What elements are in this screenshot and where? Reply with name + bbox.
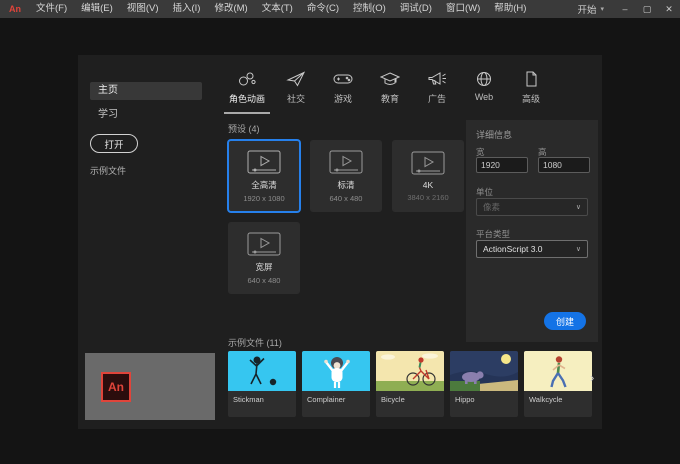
menu-commands[interactable]: 命令(C) — [300, 0, 346, 18]
tab-advanced[interactable]: 高级 — [510, 67, 552, 114]
preset-label: 4K — [422, 179, 434, 190]
unit-select[interactable]: 像素 ∨ — [476, 198, 588, 216]
titlebar: An 文件(F) 编辑(E) 视图(V) 插入(I) 修改(M) 文本(T) 命… — [0, 0, 680, 18]
tab-label: 角色动画 — [229, 94, 266, 104]
preset-dimensions: 640 x 480 — [329, 193, 363, 203]
tab-social[interactable]: 社交 — [275, 67, 317, 114]
sample-card-complainer[interactable]: Complainer — [302, 351, 370, 417]
megaphone-icon — [427, 71, 447, 87]
preset-full-hd[interactable]: 全高清 1920 x 1080 — [228, 140, 300, 212]
platform-label: 平台类型 — [476, 229, 511, 239]
height-input[interactable] — [538, 157, 590, 173]
paper-plane-icon — [286, 71, 306, 87]
maximize-button[interactable]: ▢ — [636, 0, 658, 18]
document-icon — [521, 71, 541, 87]
sample-name: Stickman — [233, 395, 264, 404]
chevron-down-icon: ∨ — [575, 246, 581, 253]
sidebar-item-learn[interactable]: 学习 — [90, 106, 202, 124]
animate-logo-icon: An — [101, 371, 131, 402]
preset-dimensions: 1920 x 1080 — [243, 193, 285, 203]
create-button[interactable]: 创建 — [543, 312, 586, 330]
stickman-thumbnail — [228, 351, 296, 391]
details-panel: 详细信息 宽 高 单位 像素 ∨ 平台类型 ActionScript 3.0 ∨… — [466, 120, 598, 342]
menu-help[interactable]: 帮助(H) — [487, 0, 533, 18]
preset-dimensions: 640 x 480 — [247, 275, 281, 285]
menu-text[interactable]: 文本(T) — [255, 0, 300, 18]
walkcycle-thumbnail — [524, 351, 592, 391]
tab-games[interactable]: 游戏 — [322, 67, 364, 114]
tab-label: 游戏 — [334, 94, 353, 104]
tab-education[interactable]: 教育 — [369, 67, 411, 114]
gamepad-icon — [333, 71, 353, 87]
sample-name: Hippo — [455, 395, 475, 404]
category-tabs: 角色动画 社交 游戏 教育 广告 Web 高级 — [224, 67, 552, 114]
chevron-down-icon: ▾ — [600, 6, 604, 13]
sample-card-hippo[interactable]: Hippo — [450, 351, 518, 417]
preset-label: 标清 — [337, 179, 355, 190]
video-preset-icon — [247, 150, 281, 173]
presets-header: 预设 (4) — [228, 124, 260, 134]
sidebar-sample-files-link[interactable]: 示例文件 — [90, 164, 126, 177]
sample-card-stickman[interactable]: Stickman — [228, 351, 296, 417]
platform-select[interactable]: ActionScript 3.0 ∨ — [476, 240, 588, 258]
samples-scroll-right-chevron-icon[interactable]: › — [590, 371, 594, 384]
menu-modify[interactable]: 修改(M) — [207, 0, 254, 18]
unit-label: 单位 — [476, 187, 494, 197]
preset-dimensions: 3840 x 2160 — [407, 192, 449, 202]
video-preset-icon — [247, 232, 281, 255]
menu-debug[interactable]: 调试(D) — [393, 0, 439, 18]
tab-label: Web — [474, 92, 494, 102]
platform-value: ActionScript 3.0 — [483, 244, 543, 254]
bicycle-thumbnail — [376, 351, 444, 391]
menu-edit[interactable]: 编辑(E) — [74, 0, 120, 18]
preset-4k[interactable]: 4K 3840 x 2160 — [392, 140, 464, 212]
menu-view[interactable]: 视图(V) — [120, 0, 166, 18]
workspace-label: 开始 — [577, 5, 597, 16]
sample-name: Complainer — [307, 395, 346, 404]
chevron-down-icon: ∨ — [575, 204, 581, 211]
globe-icon — [474, 71, 494, 87]
preset-widescreen[interactable]: 宽屏 640 x 480 — [228, 222, 300, 294]
menu-window[interactable]: 窗口(W) — [439, 0, 487, 18]
tab-label: 教育 — [381, 94, 400, 104]
details-header: 详细信息 — [476, 130, 513, 140]
home-panel: 主页 学习 打开 示例文件 角色动画 社交 游戏 教育 广告 Web 高级 预设… — [78, 55, 602, 429]
tab-ads[interactable]: 广告 — [416, 67, 458, 114]
complainer-thumbnail — [302, 351, 370, 391]
video-preset-icon — [329, 150, 363, 173]
animate-logo-icon: An — [9, 4, 21, 14]
menu-file[interactable]: 文件(F) — [29, 0, 74, 18]
menu-control[interactable]: 控制(O) — [346, 0, 393, 18]
tab-label: 广告 — [428, 94, 447, 104]
preset-label: 全高清 — [251, 179, 277, 190]
animate-start-screen: An 文件(F) 编辑(E) 视图(V) 插入(I) 修改(M) 文本(T) 命… — [0, 0, 680, 464]
width-input[interactable] — [476, 157, 528, 173]
sample-name: Bicycle — [381, 395, 405, 404]
sample-card-walkcycle[interactable]: Walkcycle — [524, 351, 592, 417]
sample-name: Walkcycle — [529, 395, 563, 404]
minimize-button[interactable]: – — [614, 0, 636, 18]
sidebar-item-home[interactable]: 主页 — [90, 82, 202, 100]
animate-brand-card: An — [85, 353, 215, 420]
unit-value: 像素 — [483, 202, 501, 212]
preset-sd[interactable]: 标清 640 x 480 — [310, 140, 382, 212]
tab-web[interactable]: Web — [463, 67, 505, 114]
close-button[interactable]: ✕ — [658, 0, 680, 18]
tab-label: 高级 — [522, 94, 541, 104]
sample-card-bicycle[interactable]: Bicycle — [376, 351, 444, 417]
menu-insert[interactable]: 插入(I) — [165, 0, 207, 18]
samples-header: 示例文件 (11) — [228, 338, 282, 348]
tab-character-animation[interactable]: 角色动画 — [224, 67, 271, 114]
tab-label: 社交 — [287, 94, 306, 104]
preset-label: 宽屏 — [255, 261, 273, 272]
open-button[interactable]: 打开 — [90, 134, 138, 153]
graduation-cap-icon — [380, 71, 401, 87]
workspace-switcher[interactable]: 开始 ▾ — [567, 2, 614, 16]
hippo-thumbnail — [450, 351, 518, 391]
video-preset-icon — [411, 151, 445, 174]
character-icon — [237, 71, 257, 87]
